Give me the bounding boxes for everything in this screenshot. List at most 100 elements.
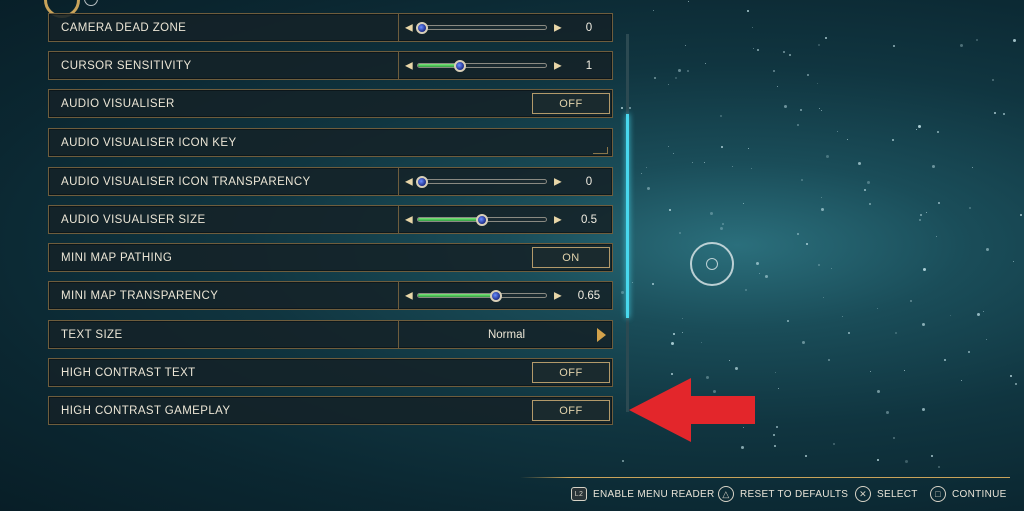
star-particle [774, 444, 777, 447]
star-particle [759, 272, 760, 274]
star-particle [915, 129, 917, 131]
hint-label: CONTINUE [952, 488, 1007, 500]
star-particle [893, 436, 896, 439]
star-particle [740, 445, 744, 449]
slider-track[interactable] [417, 59, 547, 72]
scrollbar-thumb[interactable] [626, 114, 629, 319]
decrease-arrow-icon[interactable]: ◀ [405, 214, 413, 225]
slider-knob[interactable] [490, 289, 503, 302]
setting-row-cursor-sensitivity[interactable]: CURSOR SENSITIVITY ◀ ▶ 1 [48, 51, 613, 80]
text-size-select[interactable]: Normal [399, 321, 614, 348]
star-particle [800, 178, 803, 181]
decrease-arrow-icon[interactable]: ◀ [405, 22, 413, 33]
star-particle [943, 358, 946, 361]
star-particle [745, 289, 748, 292]
star-particle [820, 197, 822, 199]
setting-row-camera-dead-zone[interactable]: CAMERA DEAD ZONE ◀ ▶ 0 [48, 13, 613, 42]
slider-knob[interactable] [416, 21, 428, 34]
star-particle [747, 147, 749, 149]
row-divider [398, 52, 399, 79]
setting-row-audio-visualiser-icon-transparency[interactable]: AUDIO VISUALISER ICON TRANSPARENCY ◀ ▶ 0 [48, 167, 613, 196]
star-particle [870, 371, 872, 373]
decrease-arrow-icon[interactable]: ◀ [405, 60, 413, 71]
slider-knob[interactable] [416, 175, 428, 188]
increase-arrow-icon[interactable]: ▶ [554, 214, 562, 225]
setting-row-audio-visualiser-size[interactable]: AUDIO VISUALISER SIZE ◀ ▶ 0.5 [48, 205, 613, 234]
slider-knob[interactable] [476, 213, 488, 226]
visualiser-size-slider[interactable]: ◀ ▶ 0.5 [401, 206, 614, 233]
setting-row-audio-visualiser-icon-key[interactable]: AUDIO VISUALISER ICON KEY [48, 128, 613, 157]
scrollbar[interactable] [626, 34, 629, 412]
star-particle [1010, 375, 1013, 378]
mini-map-pathing-toggle[interactable]: ON [532, 247, 610, 268]
star-particle [687, 69, 690, 72]
star-particle [816, 82, 818, 84]
high-contrast-gameplay-toggle[interactable]: OFF [532, 400, 610, 421]
setting-row-high-contrast-gameplay[interactable]: HIGH CONTRAST GAMEPLAY OFF [48, 396, 613, 425]
continue-hint[interactable]: □ CONTINUE [930, 480, 1007, 508]
camera-dead-zone-slider[interactable]: ◀ ▶ 0 [401, 14, 614, 41]
star-particle [1014, 382, 1017, 385]
star-particle [802, 340, 806, 344]
star-particle [892, 139, 895, 142]
setting-label: MINI MAP PATHING [61, 251, 173, 264]
mini-map-transparency-slider[interactable]: ◀ ▶ 0.65 [401, 282, 614, 309]
star-particle [921, 322, 925, 326]
audio-visualiser-toggle[interactable]: OFF [532, 93, 610, 114]
star-particle [765, 275, 769, 279]
star-particle [797, 233, 800, 235]
star-particle [654, 76, 657, 79]
slider-track[interactable] [416, 175, 547, 188]
icon-transparency-slider[interactable]: ◀ ▶ 0 [401, 168, 614, 195]
slider-track[interactable] [417, 289, 547, 302]
select-hint[interactable]: ✕ SELECT [855, 480, 918, 508]
star-particle [687, 1, 689, 3]
slider-track[interactable] [416, 21, 547, 34]
increase-arrow-icon[interactable]: ▶ [554, 176, 562, 187]
slider-knob[interactable] [454, 59, 467, 72]
setting-row-high-contrast-text[interactable]: HIGH CONTRAST TEXT OFF [48, 358, 613, 387]
star-particle [805, 454, 808, 457]
star-particle [826, 155, 830, 159]
star-particle [921, 408, 925, 412]
cursor-sensitivity-slider[interactable]: ◀ ▶ 1 [401, 52, 614, 79]
increase-arrow-icon[interactable]: ▶ [554, 60, 562, 71]
setting-label: TEXT SIZE [61, 328, 123, 341]
star-particle [925, 212, 927, 214]
reset-to-defaults-hint[interactable]: △ RESET TO DEFAULTS [718, 480, 848, 508]
star-particle [909, 300, 912, 303]
star-particle [975, 38, 978, 41]
l2-button-icon: L2 [571, 487, 587, 501]
star-particle [842, 315, 844, 317]
chevron-right-icon[interactable] [597, 327, 606, 342]
star-particle [868, 202, 871, 205]
hint-label: RESET TO DEFAULTS [740, 488, 849, 500]
star-particle [720, 114, 723, 117]
star-particle [772, 69, 775, 72]
star-particle [893, 44, 896, 47]
setting-row-mini-map-transparency[interactable]: MINI MAP TRANSPARENCY ◀ ▶ 0.65 [48, 281, 613, 310]
star-particle [743, 203, 745, 205]
increase-arrow-icon[interactable]: ▶ [554, 22, 562, 33]
star-particle [863, 188, 866, 191]
setting-label: CURSOR SENSITIVITY [61, 59, 192, 72]
star-particle [710, 211, 714, 215]
increase-arrow-icon[interactable]: ▶ [554, 290, 562, 301]
star-particle [797, 124, 800, 127]
setting-row-text-size[interactable]: TEXT SIZE Normal [48, 320, 613, 349]
setting-row-audio-visualiser[interactable]: AUDIO VISUALISER OFF [48, 89, 613, 118]
slider-track[interactable] [417, 213, 547, 226]
decrease-arrow-icon[interactable]: ◀ [405, 290, 413, 301]
enable-menu-reader-hint[interactable]: L2 ENABLE MENU READER [571, 480, 715, 508]
star-particle [972, 166, 974, 168]
star-particle [670, 372, 673, 375]
star-particle [976, 312, 980, 316]
high-contrast-text-toggle[interactable]: OFF [532, 362, 610, 383]
decrease-arrow-icon[interactable]: ◀ [405, 176, 413, 187]
star-particle [629, 106, 632, 109]
star-particle [772, 433, 775, 436]
star-particle [936, 236, 938, 238]
setting-row-mini-map-pathing[interactable]: MINI MAP PATHING ON [48, 243, 613, 272]
star-particle [786, 320, 789, 323]
slider-value: 0 [585, 175, 593, 188]
